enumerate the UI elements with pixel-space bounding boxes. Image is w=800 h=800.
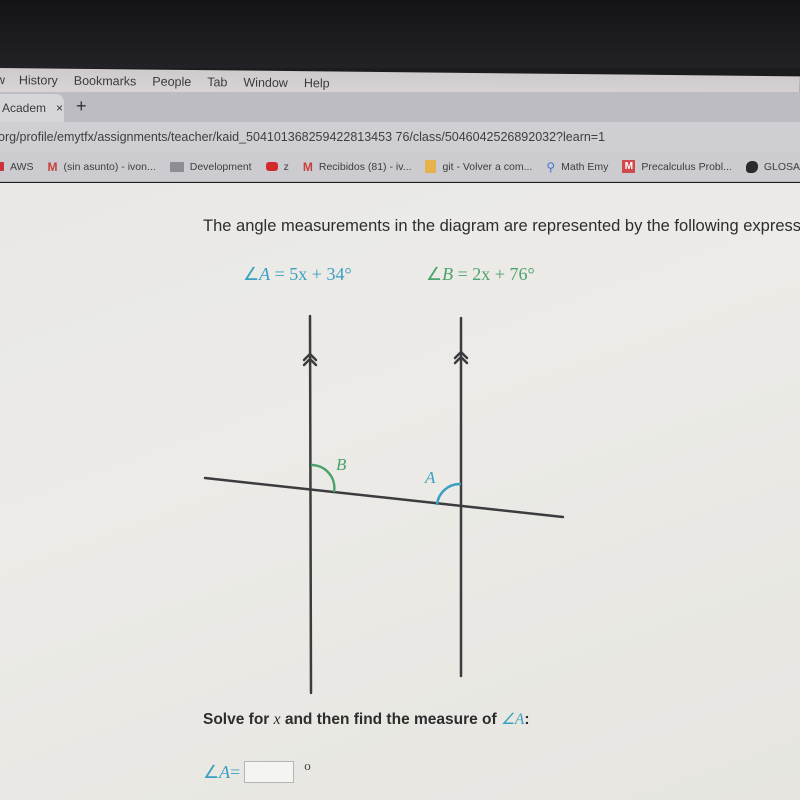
bookmark-z[interactable]: z: [265, 160, 289, 173]
gmail-icon: M: [302, 159, 313, 174]
bookmark-math-emy[interactable]: ⚲ Math Emy: [546, 160, 608, 174]
prompt-angle: ∠A: [501, 711, 525, 728]
gmail-icon: M: [47, 159, 58, 174]
screen-bezel: [0, 0, 800, 68]
m-logo-icon: M: [622, 160, 636, 173]
answer-row: ∠ A = o: [203, 758, 311, 783]
bookmark-aws[interactable]: AWS: [0, 161, 34, 173]
menu-help[interactable]: Help: [304, 76, 330, 90]
menu-bookmarks[interactable]: Bookmarks: [74, 74, 137, 89]
close-icon[interactable]: ×: [56, 101, 63, 115]
bookmark-glosario[interactable]: GLOSARIO -: [745, 160, 800, 173]
exercise-page: The angle measurements in the diagram ar…: [0, 183, 800, 800]
bookmark-precalculus[interactable]: M Precalculus Probl...: [622, 160, 732, 173]
prompt-variable: x: [273, 711, 281, 728]
degree-symbol: o: [304, 758, 311, 773]
angle-symbol: ∠: [203, 761, 220, 782]
tab-strip: Academ × +: [0, 92, 800, 122]
menu-view[interactable]: w: [0, 73, 5, 87]
bookmarks-bar: AWS M (sin asunto) - ivon... Development…: [0, 152, 800, 182]
bookmark-development[interactable]: Development: [169, 160, 252, 173]
bookmark-sin-asunto[interactable]: M (sin asunto) - ivon...: [48, 160, 156, 174]
angle-b-arc: [310, 463, 336, 493]
angle-a-label: A: [424, 468, 436, 487]
bookmark-label: GLOSARIO -: [763, 160, 800, 173]
prompt-start: Solve for: [203, 711, 274, 728]
bookmark-label: (sin asunto) - ivon...: [63, 160, 156, 173]
angle-b-label: B: [336, 455, 347, 474]
bookmark-label: Precalculus Probl...: [641, 160, 732, 173]
bookmark-label: Recibidos (81) - iv...: [318, 160, 412, 173]
bookmark-label: AWS: [10, 160, 34, 173]
blob-icon: [745, 160, 758, 173]
bookmark-label: git - Volver a com...: [442, 160, 533, 173]
parallel-line-left: [308, 314, 313, 695]
bookmark-recibidos[interactable]: M Recibidos (81) - iv...: [303, 160, 412, 174]
red-square-icon: [0, 162, 4, 171]
menu-window[interactable]: Window: [243, 76, 288, 90]
menu-people[interactable]: People: [152, 75, 191, 89]
angle-a-arc: [435, 482, 462, 506]
menu-tab[interactable]: Tab: [207, 75, 227, 89]
prompt-middle: and then find the measure of: [280, 711, 501, 728]
answer-input[interactable]: [244, 761, 295, 783]
bookmark-label: Development: [189, 160, 252, 173]
parallel-lines-diagram: B A: [203, 314, 565, 695]
location-pin-icon: ⚲: [546, 159, 556, 174]
prompt-text: Solve for x and then find the measure of…: [203, 710, 530, 729]
bookmark-label: Math Emy: [561, 160, 609, 173]
bookmark-label: z: [283, 160, 289, 173]
bookmark-git[interactable]: git - Volver a com...: [425, 160, 532, 173]
tab-title: Academ: [2, 101, 47, 115]
equals-sign: =: [230, 761, 241, 782]
transversal-line: [203, 476, 565, 519]
folder-icon: [169, 161, 184, 172]
menu-history[interactable]: History: [19, 73, 58, 87]
answer-angle-name: A: [219, 761, 231, 782]
tab-active[interactable]: Academ ×: [0, 94, 64, 122]
new-tab-button[interactable]: +: [76, 96, 87, 117]
url-text[interactable]: org/profile/emytfx/assignments/teacher/k…: [0, 130, 605, 144]
address-bar[interactable]: org/profile/emytfx/assignments/teacher/k…: [0, 122, 800, 152]
git-icon: [425, 160, 437, 173]
youtube-icon: [265, 162, 278, 171]
prompt-end: :: [524, 711, 530, 728]
